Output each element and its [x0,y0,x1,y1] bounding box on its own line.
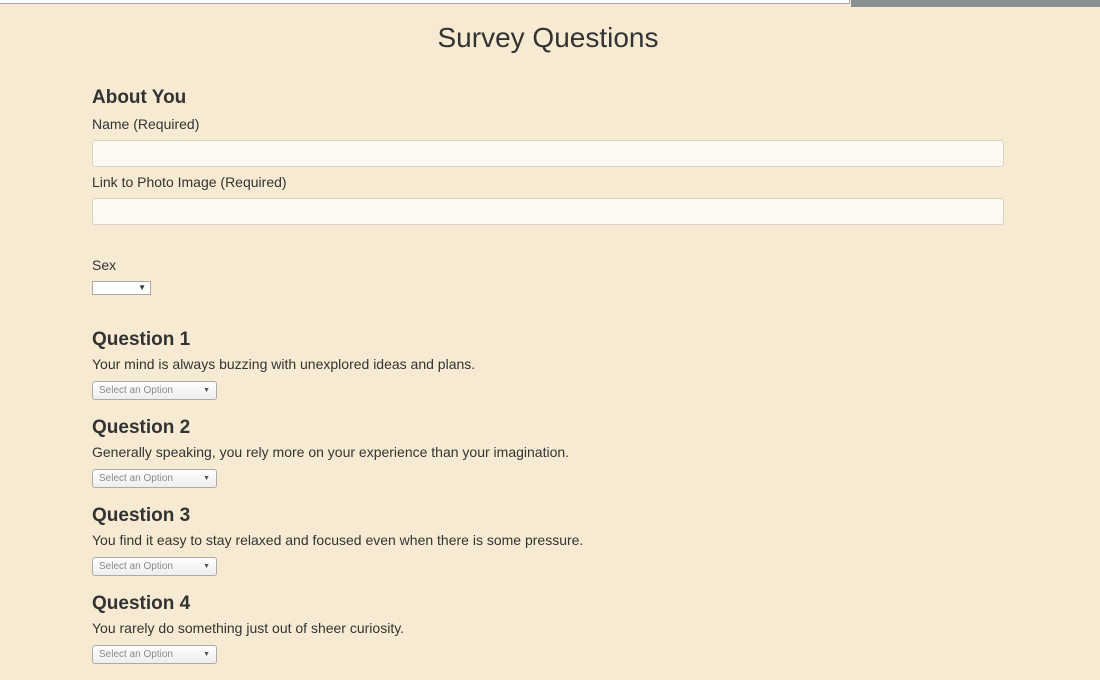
select-placeholder: Select an Option [99,649,173,660]
sex-select[interactable]: ▼ [92,281,151,295]
question-text: You rarely do something just out of shee… [92,620,405,636]
name-field[interactable] [92,140,1004,167]
about-you-heading: About You [92,87,187,108]
question-2: Question 2 Generally speaking, you rely … [92,416,569,488]
photo-link-field[interactable] [92,198,1004,225]
question-text: Generally speaking, you rely more on you… [92,444,570,460]
question-1-select[interactable]: Select an Option ▼ [92,381,217,400]
photo-link-label: Link to Photo Image (Required) [92,174,287,190]
chevron-down-icon: ▼ [203,387,210,394]
question-3-select[interactable]: Select an Option ▼ [92,557,217,576]
question-1: Question 1 Your mind is always buzzing w… [92,328,475,400]
chevron-down-icon: ▼ [203,651,210,658]
select-placeholder: Select an Option [99,473,173,484]
chevron-down-icon: ▼ [203,475,210,482]
question-4: Question 4 You rarely do something just … [92,592,404,664]
question-2-select[interactable]: Select an Option ▼ [92,469,217,488]
chevron-down-icon: ▼ [203,563,210,570]
question-heading: Question 3 [92,505,191,526]
select-placeholder: Select an Option [99,561,173,572]
name-label: Name (Required) [92,116,200,132]
question-heading: Question 2 [92,417,191,438]
sex-label: Sex [92,257,117,273]
chevron-down-icon: ▼ [138,283,146,292]
address-bar-edge[interactable] [0,0,850,4]
question-heading: Question 1 [92,329,191,350]
page-title: Survey Questions [437,22,659,53]
select-placeholder: Select an Option [99,385,173,396]
question-4-select[interactable]: Select an Option ▼ [92,645,217,664]
question-3: Question 3 You find it easy to stay rela… [92,504,583,576]
question-heading: Question 4 [92,593,191,614]
toolbar-edge [851,0,1100,7]
browser-top-strip [0,0,1100,8]
question-text: Your mind is always buzzing with unexplo… [92,356,476,372]
question-text: You find it easy to stay relaxed and foc… [92,532,584,548]
